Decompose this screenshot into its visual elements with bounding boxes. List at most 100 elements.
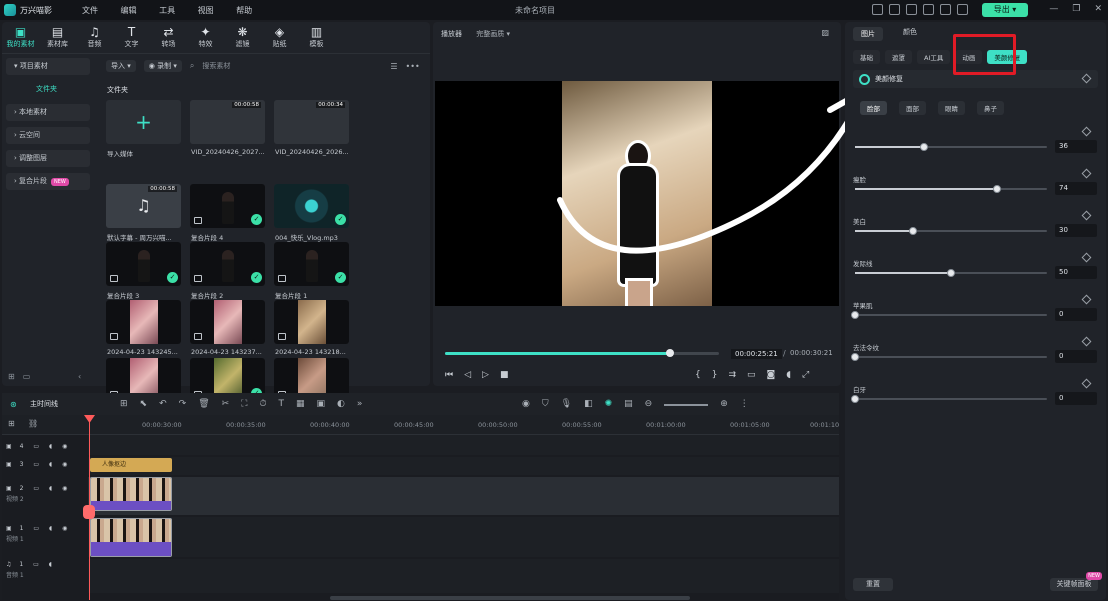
slider-value[interactable]: 50 <box>1055 266 1097 279</box>
media-item[interactable]: ✓ 004_快乐_Vlog.mp3 <box>274 184 349 242</box>
fullscreen-icon[interactable]: ⤢ <box>802 370 809 380</box>
save-icon[interactable] <box>889 4 900 15</box>
nav-local-media[interactable]: › 本地素材 <box>6 104 90 121</box>
folder-icon[interactable]: ▭ <box>33 561 39 568</box>
tab-color[interactable]: 颜色 <box>903 27 917 41</box>
quality-dropdown[interactable]: 完整画质 ▾ <box>476 30 510 38</box>
keyframe-icon[interactable] <box>1081 378 1092 389</box>
media-item[interactable]: 2024-04-23 143237... <box>190 300 265 356</box>
timeline-scrollbar[interactable] <box>330 596 690 600</box>
camera-icon[interactable]: ◙ <box>767 370 776 380</box>
gift-icon[interactable] <box>940 4 951 15</box>
slider-track[interactable] <box>855 227 1047 235</box>
ai-icon[interactable]: ✺ <box>605 399 613 409</box>
freeze-icon[interactable]: ▣ <box>317 399 326 409</box>
export-button[interactable]: 导出 ▾ <box>982 3 1028 17</box>
slider-value[interactable]: 0 <box>1055 350 1097 363</box>
render-icon[interactable]: ⇉ <box>728 370 736 380</box>
media-item[interactable]: 00:00:58 VID_20240426_2027... <box>190 100 265 156</box>
stop-icon[interactable]: ■ <box>500 370 509 380</box>
slider-track[interactable] <box>855 143 1047 151</box>
mark-in-icon[interactable]: { <box>695 370 701 380</box>
snapshot-icon[interactable]: ▨ <box>821 28 829 37</box>
keyframe-panel-button[interactable]: 关键帧面板 NEW <box>1050 572 1102 591</box>
speaker-icon[interactable]: ◖ <box>49 561 52 568</box>
eye-icon[interactable]: ◉ <box>62 461 67 468</box>
track-lane[interactable] <box>88 435 839 455</box>
collapse-icon[interactable]: ‹ <box>78 372 81 381</box>
layout-icon[interactable]: ⊞ <box>120 399 128 409</box>
slider-track[interactable] <box>851 395 1047 403</box>
zoom-out-icon[interactable]: ⊖ <box>645 399 653 409</box>
slider-track[interactable] <box>851 311 1047 319</box>
nav-compound[interactable]: › 复合片段 NEW <box>6 173 90 190</box>
more-icon[interactable]: ••• <box>406 62 420 71</box>
play-icon[interactable]: ▷ <box>482 370 489 380</box>
speaker-icon[interactable]: ◖ <box>49 485 52 492</box>
zoom-slider[interactable] <box>664 404 709 406</box>
headset-icon[interactable] <box>923 4 934 15</box>
media-item[interactable]: ♫ 00:00:58 默认字幕 - 周万兴喵... <box>106 184 181 242</box>
search-input[interactable]: 搜索素材 <box>202 61 382 71</box>
crop-icon[interactable]: ⛶ <box>241 399 247 409</box>
reset-button[interactable]: 重置 <box>853 578 893 591</box>
speaker-icon[interactable]: ◖ <box>49 525 52 532</box>
media-item[interactable]: 2024-04-23 143218... <box>274 300 349 356</box>
speaker-icon[interactable]: ◖ <box>49 461 52 468</box>
menu-view[interactable]: 视图 <box>198 6 214 15</box>
keyframe-icon[interactable] <box>1081 336 1092 347</box>
subtab-mask[interactable]: 遮罩 <box>885 50 912 64</box>
menu-help[interactable]: 帮助 <box>236 6 252 15</box>
video-clip[interactable] <box>90 518 172 557</box>
tab-sticker[interactable]: ◈ 贴纸 <box>261 22 298 53</box>
eye-icon[interactable]: ◉ <box>62 485 67 492</box>
folder-outline-icon[interactable]: ▭ <box>23 372 31 381</box>
slider-track[interactable] <box>855 185 1047 193</box>
video-clip[interactable] <box>90 477 172 511</box>
tab-effects[interactable]: ✦ 特效 <box>187 22 224 53</box>
clip-icon[interactable]: ▤ <box>624 399 633 409</box>
subtab-basic[interactable]: 基础 <box>853 50 880 64</box>
step-back-icon[interactable]: ◁ <box>464 370 471 380</box>
tab-text[interactable]: T 文字 <box>113 22 150 53</box>
track-lane[interactable] <box>88 517 839 557</box>
maximize-icon[interactable]: ❐ <box>1072 4 1080 14</box>
folder-icon[interactable]: ▭ <box>33 443 39 450</box>
menu-edit[interactable]: 编辑 <box>121 6 137 15</box>
import-media-tile[interactable]: + 导入媒体 <box>106 100 181 158</box>
select-icon[interactable]: ⬉ <box>140 399 148 409</box>
zoom-in-icon[interactable]: ⊕ <box>720 399 728 409</box>
tab-picture[interactable]: 图片 <box>853 27 883 41</box>
split-icon[interactable]: ✂ <box>222 399 230 409</box>
slider-value[interactable]: 30 <box>1055 224 1097 237</box>
tab-library[interactable]: ▤ 素材库 <box>39 22 76 53</box>
slider-knob[interactable] <box>851 311 859 319</box>
keyframe-icon[interactable] <box>1081 73 1092 84</box>
slider-value[interactable]: 0 <box>1055 392 1097 405</box>
slider-value[interactable]: 74 <box>1055 182 1097 195</box>
folder-icon[interactable]: ▭ <box>33 485 39 492</box>
filter-list-icon[interactable]: ☰ <box>390 62 397 71</box>
menu-tools[interactable]: 工具 <box>159 6 175 15</box>
slider-knob[interactable] <box>993 185 1002 193</box>
track-lane[interactable] <box>88 559 839 593</box>
media-item[interactable]: ✓ 复合片段 1 <box>274 242 349 300</box>
part-nose[interactable]: 鼻子 <box>977 101 1004 115</box>
render-preview-icon[interactable]: ◉ <box>522 399 530 409</box>
title-clip[interactable]: 人像抠边 <box>90 458 172 472</box>
slider-knob[interactable] <box>947 269 955 277</box>
tab-template[interactable]: ▥ 模板 <box>298 22 335 53</box>
text-icon[interactable]: T <box>279 399 285 409</box>
slider-track[interactable] <box>851 353 1047 361</box>
speed-icon[interactable]: ⏱ <box>259 399 266 409</box>
part-face[interactable]: 脸部 <box>860 101 887 115</box>
mark-out-icon[interactable]: } <box>712 370 718 380</box>
nav-cloud[interactable]: › 云空间 <box>6 127 90 144</box>
redo-icon[interactable]: ↷ <box>179 399 187 409</box>
minimize-icon[interactable]: — <box>1049 4 1058 14</box>
media-item[interactable]: 00:00:34 VID_20240426_2026... <box>274 100 349 156</box>
media-item[interactable]: ✓ 复合片段 3 <box>106 242 181 300</box>
timeline-ruler[interactable]: ⊞ ⛓ 00:00:30:00 00:00:35:00 00:00:40:00 … <box>2 415 839 435</box>
track-lane[interactable] <box>88 457 839 475</box>
tab-audio[interactable]: ♫ 音频 <box>76 22 113 53</box>
